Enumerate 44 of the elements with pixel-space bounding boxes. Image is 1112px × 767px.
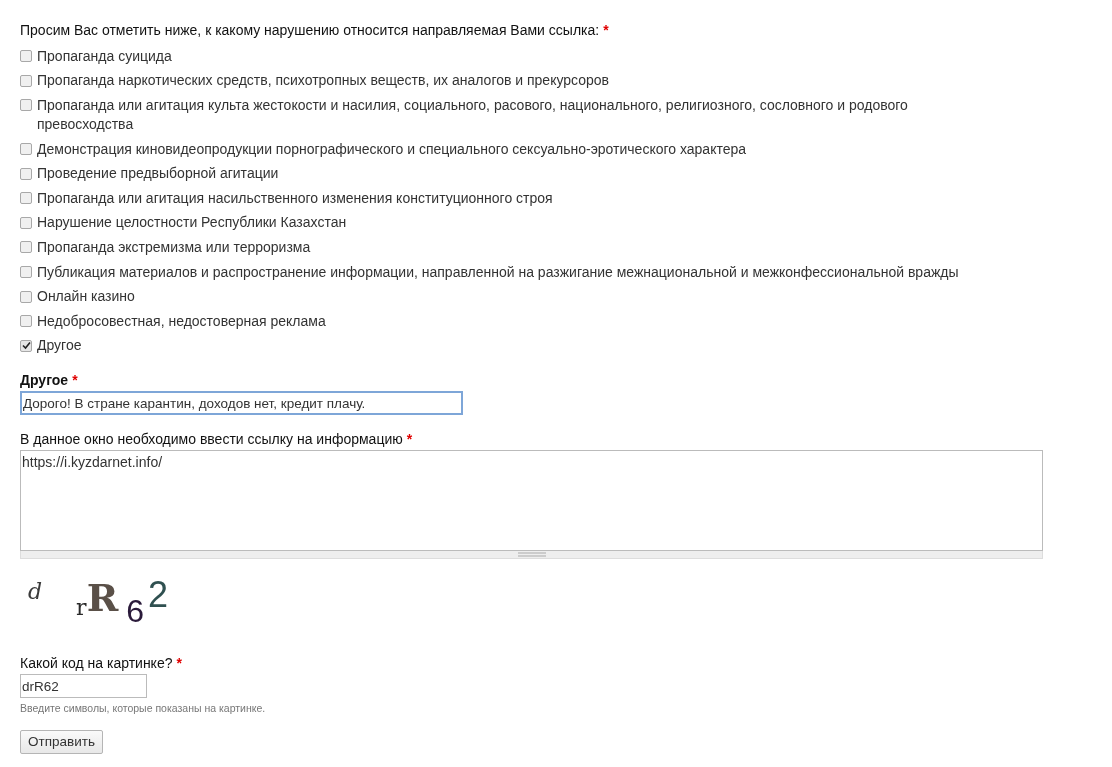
checkbox[interactable] bbox=[20, 339, 32, 352]
option-label: Пропаганда наркотических средств, психотропных веществ, их аналогов и прекурсоров bbox=[37, 71, 610, 91]
field-label: Какой код на картинке? bbox=[20, 654, 173, 674]
option-label: Пропаганда экстремизма или терроризма bbox=[37, 237, 311, 257]
option-label: Публикация материалов и распространение информации, направленной на разжигание межнациональной и межконфессиональной вражды bbox=[37, 262, 959, 282]
option-label: Недобросовестная, недостоверная реклама bbox=[37, 311, 326, 331]
checkbox[interactable] bbox=[20, 143, 32, 156]
option-label: Онлайн казино bbox=[37, 287, 135, 307]
checkbox[interactable] bbox=[20, 167, 32, 180]
text-field[interactable]: Дорого! В стране карантин, доходов нет, кредит плачу. bbox=[20, 391, 463, 416]
option-label: Нарушение целостности Республики Казахстан bbox=[37, 213, 347, 233]
checkbox[interactable] bbox=[20, 290, 32, 303]
field-label: В данное окно необходимо ввести ссылку на информацию bbox=[20, 430, 403, 450]
required-mark: * bbox=[603, 21, 609, 40]
option-label: Пропаганда или агитация культа жестокости и насилия, социального, расового, национального, религиозного, сословного и родового превосходства bbox=[37, 96, 909, 134]
resize-handle[interactable] bbox=[20, 551, 1043, 560]
captcha-character: 6 bbox=[126, 595, 144, 628]
captcha-character: 2 bbox=[148, 577, 169, 614]
question-label: Просим Вас отметить ниже, к какому нарушению относится направляемая Вами ссылка: bbox=[20, 21, 600, 40]
captcha-character: R bbox=[86, 579, 119, 618]
required-mark: * bbox=[176, 654, 182, 674]
option-label: Демонстрация киновидеопродукции порнографического и специального сексуально-эротического характера bbox=[37, 139, 747, 159]
checkbox[interactable] bbox=[20, 50, 32, 63]
captcha-character: r bbox=[76, 597, 87, 620]
checkbox[interactable] bbox=[20, 266, 32, 279]
option-label: Проведение предвыборной агитации bbox=[37, 164, 279, 184]
checkbox[interactable] bbox=[20, 192, 32, 205]
option-label: Пропаганда или агитация насильственного изменения конституционного строя bbox=[37, 188, 553, 208]
required-mark: * bbox=[72, 371, 78, 391]
field-hint: Введите символы, которые показаны на картинке. bbox=[20, 701, 267, 717]
textarea-field[interactable]: https://i.kyzdarnet.info/ bbox=[20, 450, 1043, 552]
option-label: Другое bbox=[37, 336, 82, 356]
checkbox[interactable] bbox=[20, 216, 32, 229]
checkbox[interactable] bbox=[20, 315, 32, 328]
checkmark-icon bbox=[21, 341, 31, 351]
checkbox[interactable] bbox=[20, 74, 32, 87]
captcha-input[interactable]: drR62 bbox=[20, 674, 147, 699]
field-label: Другое bbox=[20, 371, 69, 391]
submit-button[interactable]: Отправить bbox=[20, 729, 103, 754]
checkbox[interactable] bbox=[20, 99, 32, 112]
required-mark: * bbox=[406, 430, 413, 450]
checkbox[interactable] bbox=[20, 241, 32, 254]
captcha-character: d bbox=[28, 581, 43, 604]
option-label: Пропаганда суицида bbox=[37, 46, 172, 66]
